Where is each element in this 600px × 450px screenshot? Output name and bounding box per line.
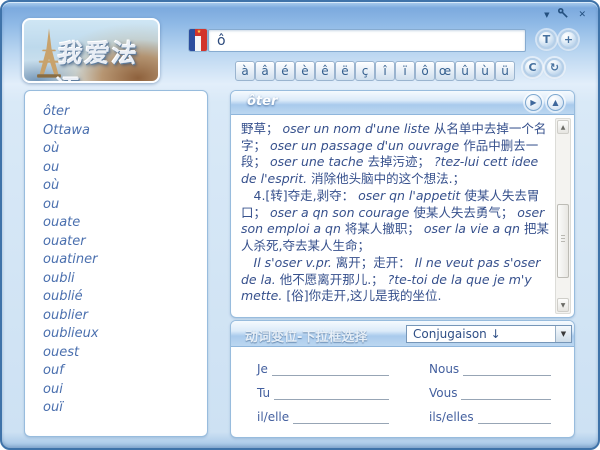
- word-item[interactable]: oublieux: [43, 325, 207, 344]
- dropdown-value: Conjugaison ↓: [407, 327, 555, 341]
- conjugation-blank: [463, 362, 551, 376]
- conjugation-cell: Je: [257, 362, 389, 376]
- conjugation-cell: Nous: [429, 362, 551, 376]
- pronoun-label: Je: [257, 362, 268, 376]
- settings-wrench-icon[interactable]: [558, 8, 569, 22]
- definition-panel: ôter ▶ ▲ 野草； oser un nom d'une liste 从名单…: [230, 90, 575, 318]
- word-item[interactable]: où: [43, 140, 207, 159]
- accent-key[interactable]: ù: [475, 61, 495, 81]
- accent-key[interactable]: é: [275, 61, 295, 81]
- accent-key[interactable]: î: [375, 61, 395, 81]
- app-title: 我爱法语: [52, 34, 160, 83]
- conjugation-blank: [461, 386, 551, 400]
- word-item[interactable]: ôter: [43, 103, 207, 122]
- minimize-icon[interactable]: ▼: [544, 10, 549, 20]
- word-item[interactable]: ouf: [43, 362, 207, 381]
- word-item[interactable]: ou: [43, 159, 207, 178]
- word-item[interactable]: ouater: [43, 233, 207, 252]
- definition-paragraph: 4.[转]夺走,剥夺： oser qn l'appetit 使某人失去胃口； o…: [241, 188, 551, 254]
- accent-key[interactable]: ü: [495, 61, 515, 81]
- word-list-panel: ôter Ottawa où ou où ou ouate ouater oua…: [24, 90, 208, 437]
- pronoun-label: ils/elles: [429, 410, 474, 424]
- accent-key[interactable]: è: [295, 61, 315, 81]
- definition-scrollbar[interactable]: ▲ ▼: [555, 118, 571, 314]
- accent-key[interactable]: û: [455, 61, 475, 81]
- conjugation-cell: il/elle: [257, 410, 389, 424]
- accent-key[interactable]: ë: [335, 61, 355, 81]
- word-item[interactable]: où: [43, 177, 207, 196]
- conjugation-blank: [293, 410, 389, 424]
- conjugation-row: Tu Vous: [257, 386, 573, 410]
- conjugaison-dropdown[interactable]: Conjugaison ↓ ▼: [406, 325, 572, 343]
- word-item[interactable]: ouatiner: [43, 251, 207, 270]
- conjugation-title: 动词变位-下拉框选择: [245, 326, 367, 345]
- conjugation-row: Je Nous: [257, 362, 573, 386]
- pronoun-label: il/elle: [257, 410, 289, 424]
- clear-button[interactable]: C: [523, 58, 542, 77]
- accent-key[interactable]: ç: [355, 61, 375, 81]
- accent-key[interactable]: à: [235, 61, 255, 81]
- search-input[interactable]: [208, 29, 526, 52]
- definition-header: ôter ▶ ▲: [231, 91, 574, 115]
- conjugation-cell: ils/elles: [429, 410, 551, 424]
- scroll-down-button[interactable]: ▼: [557, 298, 569, 312]
- accent-key[interactable]: ï: [395, 61, 415, 81]
- definition-text: 野草； oser un nom d'une liste 从名单中去掉一个名字； …: [241, 121, 551, 306]
- accent-key[interactable]: ê: [315, 61, 335, 81]
- accent-key[interactable]: ô: [415, 61, 435, 81]
- scrollbar-thumb[interactable]: [557, 204, 569, 278]
- conjugation-blank: [274, 386, 389, 400]
- accent-keyboard: à â é è ê ë ç î ï ô œ û ù ü: [235, 61, 515, 81]
- add-button[interactable]: +: [559, 30, 578, 49]
- word-item[interactable]: oublier: [43, 307, 207, 326]
- word-item[interactable]: ouï: [43, 399, 207, 418]
- french-flag-icon: ★: [188, 28, 208, 52]
- scroll-up-button[interactable]: ▲: [557, 120, 569, 134]
- word-item[interactable]: ouate: [43, 214, 207, 233]
- conjugation-cell: Tu: [257, 386, 389, 400]
- pronoun-label: Vous: [429, 386, 457, 400]
- definition-paragraph: Il s'oser v.pr. 离开；走开： Il ne veut pas s'…: [241, 255, 551, 305]
- definition-body: 野草； oser un nom d'une liste 从名单中去掉一个名字； …: [232, 116, 573, 316]
- refresh-button[interactable]: ↻: [545, 58, 564, 77]
- word-item[interactable]: oui: [43, 381, 207, 400]
- definition-title: ôter: [247, 94, 277, 109]
- word-item[interactable]: ouest: [43, 344, 207, 363]
- word-item[interactable]: Ottawa: [43, 122, 207, 141]
- conjugation-table: Je Nous Tu Vous: [232, 348, 573, 436]
- conjugation-panel: 动词变位-下拉框选择 Conjugaison ↓ ▼ Je Nous: [230, 320, 575, 438]
- collapse-panel-button[interactable]: ▲: [547, 94, 564, 111]
- word-item[interactable]: ou: [43, 196, 207, 215]
- close-icon[interactable]: ✕: [578, 10, 586, 20]
- play-pronunciation-button[interactable]: ▶: [525, 94, 542, 111]
- definition-paragraph: 野草； oser un nom d'une liste 从名单中去掉一个名字； …: [241, 121, 551, 187]
- word-item[interactable]: oubli: [43, 270, 207, 289]
- accent-key[interactable]: â: [255, 61, 275, 81]
- conjugation-header: 动词变位-下拉框选择 Conjugaison ↓ ▼: [231, 321, 574, 347]
- app-window: ▼ ✕ 我爱法语 ★: [0, 0, 600, 450]
- app-root: ▼ ✕ 我爱法语 ★: [0, 0, 600, 450]
- accent-key[interactable]: œ: [435, 61, 455, 81]
- flag-star: ★: [195, 29, 203, 36]
- pronoun-label: Tu: [257, 386, 270, 400]
- translate-button[interactable]: T: [537, 30, 556, 49]
- pronoun-label: Nous: [429, 362, 459, 376]
- conjugation-cell: Vous: [429, 386, 551, 400]
- conjugation-row: il/elle ils/elles: [257, 410, 573, 434]
- word-item[interactable]: oublié: [43, 288, 207, 307]
- chevron-down-icon[interactable]: ▼: [555, 326, 571, 342]
- conjugation-blank: [478, 410, 551, 424]
- conjugation-blank: [272, 362, 389, 376]
- window-controls: ▼ ✕: [544, 8, 586, 22]
- app-logo: 我爱法语: [22, 18, 160, 83]
